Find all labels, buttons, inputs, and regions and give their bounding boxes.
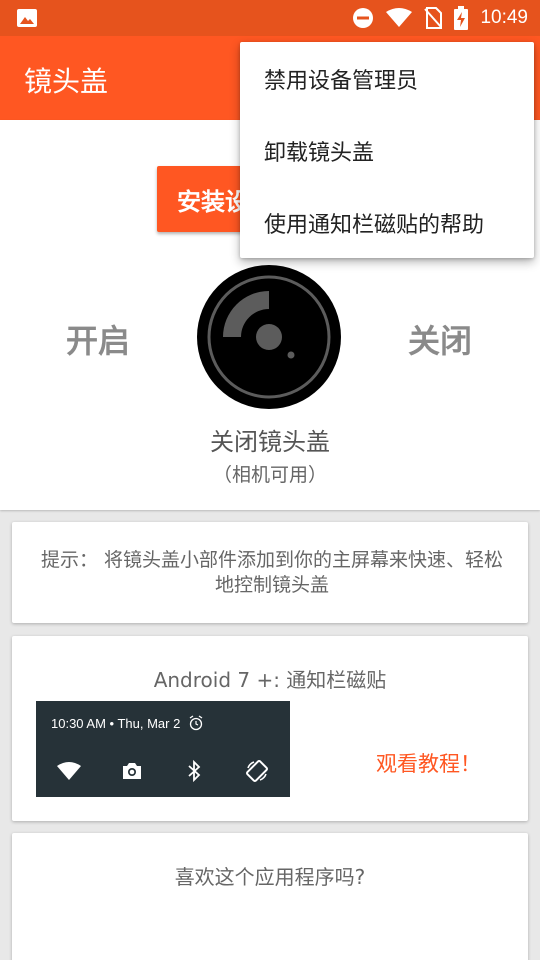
quick-settings-preview: 10:30 AM • Thu, Mar 2 [36,701,290,797]
lens-cap-toggle-icon[interactable] [197,265,341,409]
preview-time: 10:30 AM • Thu, Mar 2 [51,716,181,731]
battery-charging-icon [454,6,469,30]
image-icon [17,9,37,27]
wifi-icon [57,762,81,780]
wifi-icon [386,8,413,27]
camera-icon [123,763,141,779]
tip-text: 提示： 将镜头盖小部件添加到你的主屏幕来快速、轻松地控制镜头盖 [40,549,504,596]
overflow-menu: 禁用设备管理员 卸载镜头盖 使用通知栏磁贴的帮助 [240,42,534,258]
menu-item-uninstall[interactable]: 卸载镜头盖 [240,114,534,186]
bluetooth-icon [188,759,201,783]
tile-card-title: Android 7 +: 通知栏磁贴 [153,668,387,692]
tip-card: 提示： 将镜头盖小部件添加到你的主屏幕来快速、轻松地控制镜头盖 [12,522,528,623]
alarm-icon [189,715,203,731]
menu-item-disable-device-admin[interactable]: 禁用设备管理员 [240,42,534,114]
turn-off-label[interactable]: 关闭 [408,316,472,362]
no-sim-icon [424,7,443,29]
turn-on-label[interactable]: 开启 [66,316,130,362]
do-not-disturb-icon [353,8,374,28]
notification-tile-card: Android 7 +: 通知栏磁贴 10:30 AM • Thu, Mar 2… [12,636,528,821]
status-time: 10:49 [480,7,528,28]
state-title: 关闭镜头盖 [210,428,330,456]
menu-item-tile-help[interactable]: 使用通知栏磁贴的帮助 [240,186,534,258]
status-bar: 10:49 [0,0,540,36]
rotate-icon [246,760,268,782]
rate-app-card: 喜欢这个应用程序吗? [12,833,528,960]
state-subtitle: （相机可用） [212,464,327,486]
watch-tutorial-link[interactable]: 观看教程！ [376,748,481,778]
app-title: 镜头盖 [24,65,109,98]
rate-question: 喜欢这个应用程序吗? [174,865,366,889]
